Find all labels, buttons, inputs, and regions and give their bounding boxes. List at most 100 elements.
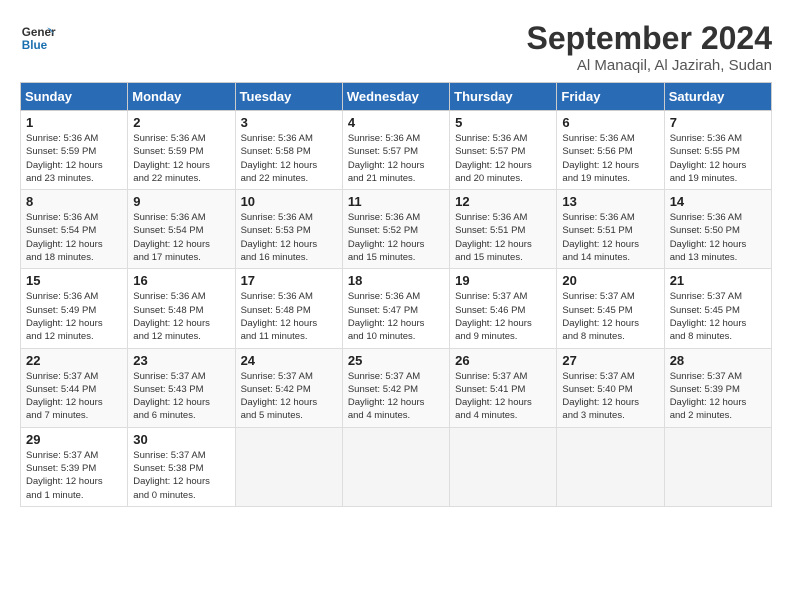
day-cell: 22Sunrise: 5:37 AM Sunset: 5:44 PM Dayli… — [21, 348, 128, 427]
day-detail: Sunrise: 5:37 AM Sunset: 5:41 PM Dayligh… — [455, 370, 551, 423]
day-cell: 18 Sunrise: 5:36 AM Sunset: 5:47 PM Dayli… — [342, 269, 449, 348]
day-number: 4 — [348, 115, 444, 130]
header-wednesday: Wednesday — [342, 83, 449, 111]
day-detail: Sunrise: 5:37 AM Sunset: 5:40 PM Dayligh… — [562, 370, 658, 423]
day-detail: Sunrise: 5:37 AM Sunset: 5:39 PM Dayligh… — [26, 449, 122, 502]
logo: General Blue — [20, 20, 56, 56]
day-number: 25 — [348, 353, 444, 368]
day-cell: 12 Sunrise: 5:36 AM Sunset: 5:51 PM Dayli… — [450, 190, 557, 269]
day-cell: 2 Sunrise: 5:36 AM Sunset: 5:59 PM Daylig… — [128, 111, 235, 190]
day-number: 3 — [241, 115, 337, 130]
day-cell: 27Sunrise: 5:37 AM Sunset: 5:40 PM Dayli… — [557, 348, 664, 427]
day-number: 1 — [26, 115, 122, 130]
day-cell: 16Sunrise: 5:36 AM Sunset: 5:48 PM Dayli… — [128, 269, 235, 348]
week-row-5: 29Sunrise: 5:37 AM Sunset: 5:39 PM Dayli… — [21, 427, 772, 506]
day-number: 19 — [455, 273, 551, 288]
day-cell: 10 Sunrise: 5:36 AM Sunset: 5:53 PM Dayli… — [235, 190, 342, 269]
day-detail: Sunrise: 5:36 AM Sunset: 5:54 PM Dayligh… — [26, 211, 122, 264]
header-sunday: Sunday — [21, 83, 128, 111]
day-detail: Sunrise: 5:36 AM Sunset: 5:55 PM Dayligh… — [670, 132, 766, 185]
day-detail: Sunrise: 5:37 AM Sunset: 5:45 PM Dayligh… — [562, 290, 658, 343]
calendar-header-row: SundayMondayTuesdayWednesdayThursdayFrid… — [21, 83, 772, 111]
day-number: 7 — [670, 115, 766, 130]
day-cell: 17Sunrise: 5:36 AM Sunset: 5:48 PM Dayli… — [235, 269, 342, 348]
day-detail: Sunrise: 5:37 AM Sunset: 5:39 PM Dayligh… — [670, 370, 766, 423]
week-row-4: 22Sunrise: 5:37 AM Sunset: 5:44 PM Dayli… — [21, 348, 772, 427]
day-detail: Sunrise: 5:37 AM Sunset: 5:45 PM Dayligh… — [670, 290, 766, 343]
day-cell — [450, 427, 557, 506]
day-cell: 1 Sunrise: 5:36 AM Sunset: 5:59 PM Daylig… — [21, 111, 128, 190]
day-cell: 28 Sunrise: 5:37 AM Sunset: 5:39 PM Dayli… — [664, 348, 771, 427]
day-number: 14 — [670, 194, 766, 209]
day-cell: 15 Sunrise: 5:36 AM Sunset: 5:49 PM Dayli… — [21, 269, 128, 348]
day-number: 26 — [455, 353, 551, 368]
day-cell: 25 Sunrise: 5:37 AM Sunset: 5:42 PM Dayli… — [342, 348, 449, 427]
day-detail: Sunrise: 5:37 AM Sunset: 5:46 PM Dayligh… — [455, 290, 551, 343]
header-thursday: Thursday — [450, 83, 557, 111]
header-tuesday: Tuesday — [235, 83, 342, 111]
day-detail: Sunrise: 5:37 AM Sunset: 5:43 PM Dayligh… — [133, 370, 229, 423]
day-cell — [235, 427, 342, 506]
day-number: 18 — [348, 273, 444, 288]
title-block: September 2024 Al Manaqil, Al Jazirah, S… — [527, 20, 772, 74]
day-detail: Sunrise: 5:36 AM Sunset: 5:50 PM Dayligh… — [670, 211, 766, 264]
day-detail: Sunrise: 5:37 AM Sunset: 5:44 PM Dayligh… — [26, 370, 122, 423]
day-detail: Sunrise: 5:36 AM Sunset: 5:57 PM Dayligh… — [348, 132, 444, 185]
day-cell: 9 Sunrise: 5:36 AM Sunset: 5:54 PM Daylig… — [128, 190, 235, 269]
day-cell: 20 Sunrise: 5:37 AM Sunset: 5:45 PM Dayli… — [557, 269, 664, 348]
day-detail: Sunrise: 5:36 AM Sunset: 5:53 PM Dayligh… — [241, 211, 337, 264]
day-cell: 30 Sunrise: 5:37 AM Sunset: 5:38 PM Dayli… — [128, 427, 235, 506]
day-detail: Sunrise: 5:36 AM Sunset: 5:52 PM Dayligh… — [348, 211, 444, 264]
day-number: 16 — [133, 273, 229, 288]
day-number: 8 — [26, 194, 122, 209]
day-number: 6 — [562, 115, 658, 130]
day-detail: Sunrise: 5:36 AM Sunset: 5:57 PM Dayligh… — [455, 132, 551, 185]
day-detail: Sunrise: 5:36 AM Sunset: 5:47 PM Dayligh… — [348, 290, 444, 343]
day-cell: 3 Sunrise: 5:36 AM Sunset: 5:58 PM Daylig… — [235, 111, 342, 190]
week-row-2: 8 Sunrise: 5:36 AM Sunset: 5:54 PM Daylig… — [21, 190, 772, 269]
day-number: 9 — [133, 194, 229, 209]
day-number: 13 — [562, 194, 658, 209]
day-number: 2 — [133, 115, 229, 130]
day-detail: Sunrise: 5:36 AM Sunset: 5:59 PM Dayligh… — [26, 132, 122, 185]
day-detail: Sunrise: 5:36 AM Sunset: 5:54 PM Dayligh… — [133, 211, 229, 264]
day-cell: 8 Sunrise: 5:36 AM Sunset: 5:54 PM Daylig… — [21, 190, 128, 269]
day-cell — [664, 427, 771, 506]
calendar-subtitle: Al Manaqil, Al Jazirah, Sudan — [527, 57, 772, 74]
day-number: 15 — [26, 273, 122, 288]
day-number: 23 — [133, 353, 229, 368]
day-number: 30 — [133, 432, 229, 447]
svg-text:Blue: Blue — [22, 39, 48, 52]
day-cell: 6 Sunrise: 5:36 AM Sunset: 5:56 PM Daylig… — [557, 111, 664, 190]
day-number: 17 — [241, 273, 337, 288]
day-detail: Sunrise: 5:36 AM Sunset: 5:58 PM Dayligh… — [241, 132, 337, 185]
day-detail: Sunrise: 5:36 AM Sunset: 5:56 PM Dayligh… — [562, 132, 658, 185]
header-friday: Friday — [557, 83, 664, 111]
header-saturday: Saturday — [664, 83, 771, 111]
day-cell: 19 Sunrise: 5:37 AM Sunset: 5:46 PM Dayli… — [450, 269, 557, 348]
header-monday: Monday — [128, 83, 235, 111]
day-number: 20 — [562, 273, 658, 288]
day-cell: 29Sunrise: 5:37 AM Sunset: 5:39 PM Dayli… — [21, 427, 128, 506]
day-number: 12 — [455, 194, 551, 209]
day-detail: Sunrise: 5:37 AM Sunset: 5:42 PM Dayligh… — [348, 370, 444, 423]
day-number: 10 — [241, 194, 337, 209]
day-cell: 21Sunrise: 5:37 AM Sunset: 5:45 PM Dayli… — [664, 269, 771, 348]
day-number: 11 — [348, 194, 444, 209]
day-cell — [557, 427, 664, 506]
day-detail: Sunrise: 5:36 AM Sunset: 5:51 PM Dayligh… — [455, 211, 551, 264]
week-row-1: 1 Sunrise: 5:36 AM Sunset: 5:59 PM Daylig… — [21, 111, 772, 190]
day-cell: 11 Sunrise: 5:36 AM Sunset: 5:52 PM Dayli… — [342, 190, 449, 269]
day-detail: Sunrise: 5:37 AM Sunset: 5:38 PM Dayligh… — [133, 449, 229, 502]
day-detail: Sunrise: 5:37 AM Sunset: 5:42 PM Dayligh… — [241, 370, 337, 423]
day-cell: 4 Sunrise: 5:36 AM Sunset: 5:57 PM Daylig… — [342, 111, 449, 190]
day-detail: Sunrise: 5:36 AM Sunset: 5:59 PM Dayligh… — [133, 132, 229, 185]
day-cell: 14 Sunrise: 5:36 AM Sunset: 5:50 PM Dayli… — [664, 190, 771, 269]
day-cell: 13Sunrise: 5:36 AM Sunset: 5:51 PM Dayli… — [557, 190, 664, 269]
day-number: 28 — [670, 353, 766, 368]
day-number: 24 — [241, 353, 337, 368]
day-cell — [342, 427, 449, 506]
day-cell: 5Sunrise: 5:36 AM Sunset: 5:57 PM Daylig… — [450, 111, 557, 190]
svg-text:General: General — [22, 26, 56, 39]
day-detail: Sunrise: 5:36 AM Sunset: 5:49 PM Dayligh… — [26, 290, 122, 343]
